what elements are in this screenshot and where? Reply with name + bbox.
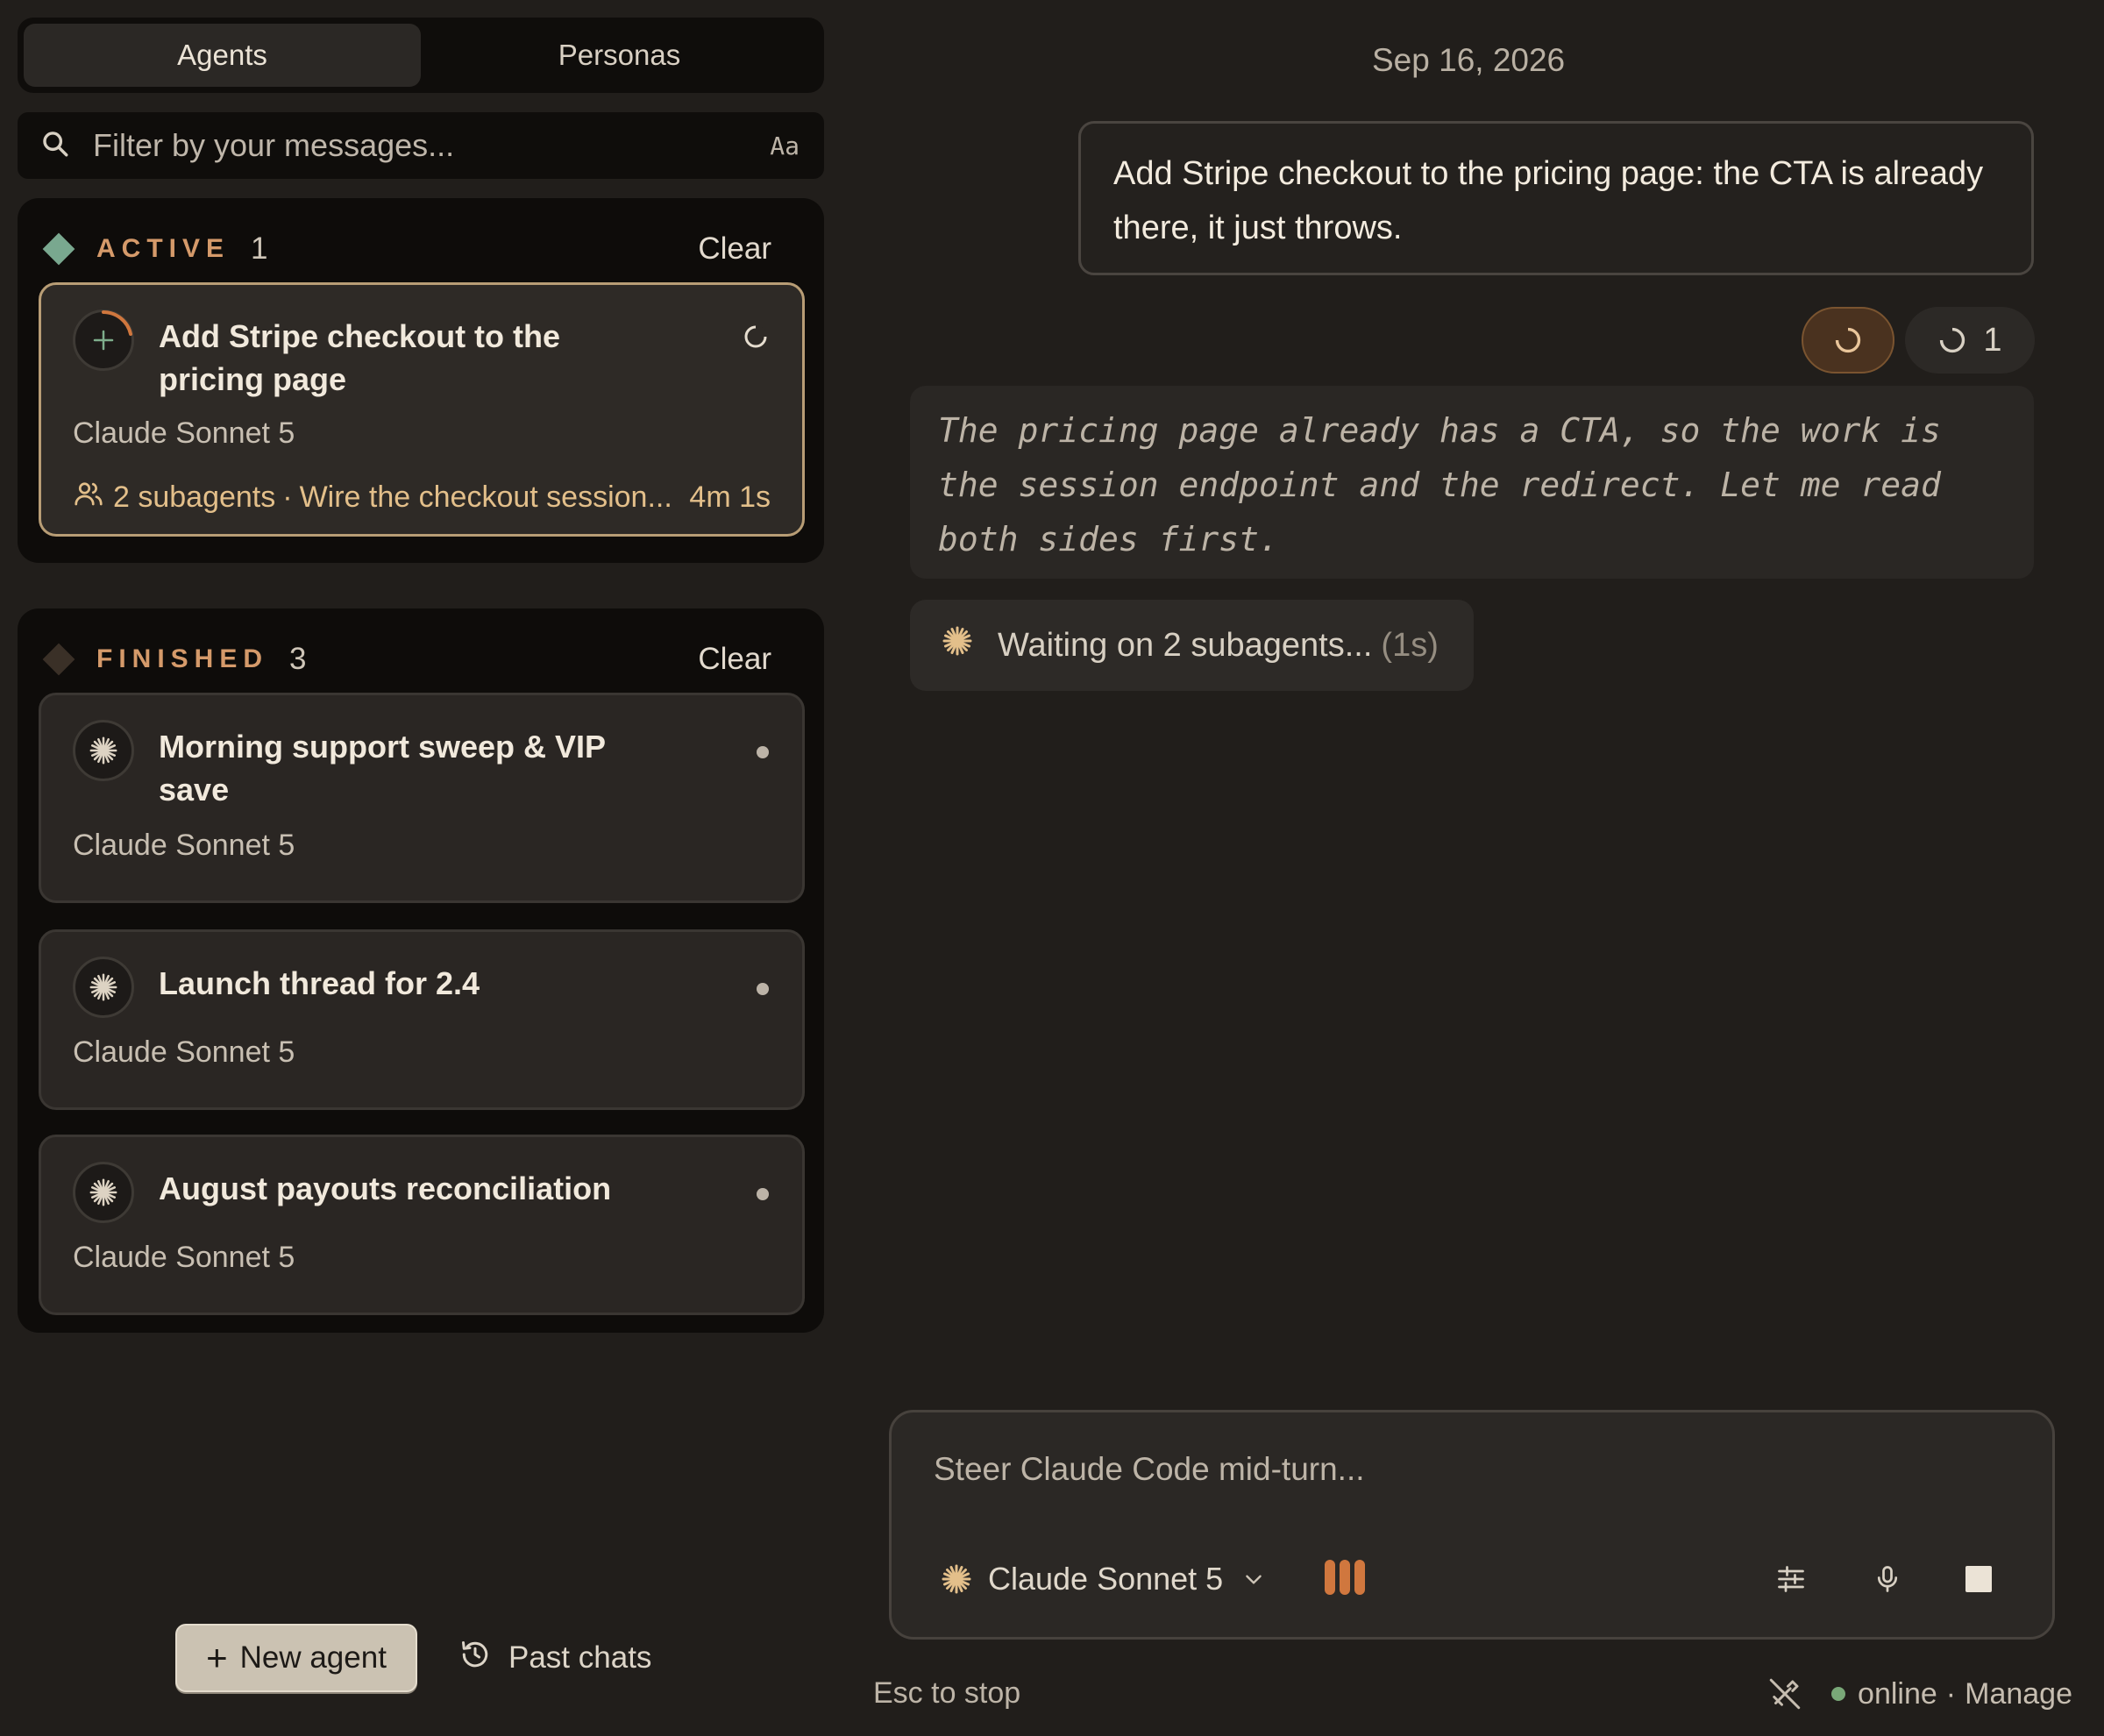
agent-model: Claude Sonnet 5 — [73, 1035, 295, 1069]
stop-button[interactable] — [1956, 1556, 2001, 1602]
clear-active-button[interactable]: Clear — [698, 231, 771, 267]
loading-spinner-icon — [1835, 327, 1861, 353]
finished-section-count: 3 — [289, 642, 307, 676]
message-composer: Claude Sonnet 5 — [889, 1410, 2055, 1640]
agent-avatar — [73, 1162, 134, 1223]
model-selector[interactable]: Claude Sonnet 5 — [941, 1553, 1265, 1605]
subagent-count-value: 1 — [1983, 321, 2002, 359]
user-message: Add Stripe checkout to the pricing page:… — [1078, 121, 2034, 275]
agent-title: Morning support sweep & VIP save — [159, 729, 606, 808]
agent-title: August payouts reconciliation — [159, 1170, 612, 1206]
sparkle-icon — [89, 1178, 117, 1206]
finished-section-label: FINISHED — [96, 644, 269, 673]
finished-agents-section: FINISHED 3 Clear Morning support sweep &… — [18, 608, 824, 1333]
sparkle-icon — [89, 973, 117, 1001]
agent-card-active[interactable]: Add Stripe checkout to the pricing page … — [39, 282, 805, 537]
search-input[interactable] — [93, 127, 771, 164]
running-indicator-button[interactable] — [1802, 307, 1894, 374]
agent-avatar — [73, 957, 134, 1018]
progress-ring-icon — [102, 310, 132, 336]
sliders-icon — [1778, 1566, 1804, 1592]
agent-model: Claude Sonnet 5 — [73, 416, 295, 450]
status-dot-icon — [757, 983, 769, 995]
waiting-status: Waiting on 2 subagents... (1s) — [910, 600, 1474, 691]
chevron-down-icon — [1246, 1575, 1262, 1584]
online-status: online — [1858, 1676, 1937, 1711]
past-chats-button[interactable]: Past chats — [459, 1639, 651, 1678]
agent-model: Claude Sonnet 5 — [73, 1241, 295, 1274]
past-chats-label: Past chats — [508, 1640, 652, 1675]
plus-icon: + — [206, 1637, 228, 1678]
agent-elapsed-time: 4m 1s — [689, 480, 771, 514]
agents-sidebar: Agents Personas Aa ACTIVE 1 Clear Add St… — [0, 0, 842, 1736]
agent-avatar — [73, 309, 134, 371]
separator-dot: · — [282, 480, 293, 514]
status-dot-icon — [757, 1188, 769, 1200]
sparkle-icon — [942, 1564, 971, 1594]
microphone-icon — [1877, 1566, 1898, 1592]
tools-disabled-icon[interactable] — [1766, 1676, 1803, 1712]
effort-level-control[interactable] — [1325, 1560, 1365, 1595]
clear-finished-button[interactable]: Clear — [698, 642, 771, 677]
waiting-elapsed: (1s) — [1381, 626, 1439, 664]
subagent-task: Wire the checkout session... — [299, 480, 672, 514]
tab-agents[interactable]: Agents — [24, 24, 421, 87]
esc-hint: Esc to stop — [873, 1676, 1021, 1710]
effort-bar — [1325, 1560, 1335, 1595]
sparkle-icon — [89, 736, 117, 765]
steer-input[interactable] — [934, 1451, 1898, 1488]
model-name: Claude Sonnet 5 — [988, 1561, 1224, 1597]
active-agents-section: ACTIVE 1 Clear Add Stripe checkout to th… — [18, 198, 824, 563]
sidebar-tabs: Agents Personas — [18, 18, 824, 93]
voice-input-button[interactable] — [1865, 1556, 1910, 1602]
agent-card-finished[interactable]: Morning support sweep & VIP save Claude … — [39, 693, 805, 903]
sparkle-icon — [942, 625, 998, 665]
settings-sliders-button[interactable] — [1768, 1556, 1814, 1602]
users-icon — [73, 478, 113, 517]
agent-card-finished[interactable]: Launch thread for 2.4 Claude Sonnet 5 — [39, 929, 805, 1110]
status-dot-icon — [757, 746, 769, 758]
agent-title: Add Stripe checkout to the pricing page — [159, 318, 561, 397]
subagent-count: 2 subagents — [113, 480, 276, 514]
match-case-toggle[interactable]: Aa — [770, 132, 800, 160]
active-section-count: 1 — [251, 231, 268, 266]
separator-dot: · — [1945, 1676, 1957, 1711]
conversation-pane: Sep 16, 2026 Add Stripe checkout to the … — [859, 0, 2104, 1736]
new-agent-label: New agent — [239, 1640, 387, 1675]
assistant-thinking: The pricing page already has a CTA, so t… — [910, 386, 2034, 579]
agent-title: Launch thread for 2.4 — [159, 965, 480, 1001]
agent-avatar — [73, 720, 134, 781]
agent-card-finished[interactable]: August payouts reconciliation Claude Son… — [39, 1135, 805, 1315]
agent-model: Claude Sonnet 5 — [73, 829, 295, 862]
loading-spinner-icon — [1939, 327, 1965, 353]
manage-link[interactable]: Manage — [1965, 1677, 2072, 1711]
effort-bar — [1340, 1560, 1350, 1595]
subagent-status: 2 subagents · Wire the checkout session.… — [73, 478, 771, 517]
loading-spinner-icon — [744, 325, 767, 348]
tab-personas[interactable]: Personas — [421, 24, 818, 87]
conversation-date: Sep 16, 2026 — [1372, 42, 1566, 78]
waiting-text: Waiting on 2 subagents... — [998, 626, 1373, 664]
stop-icon — [1965, 1566, 1992, 1592]
effort-bar — [1354, 1560, 1365, 1595]
sidebar-footer: + New agent Past chats — [175, 1624, 651, 1692]
active-section-header: ACTIVE 1 Clear — [42, 224, 771, 274]
online-dot-icon — [1831, 1687, 1846, 1701]
message-filter: Aa — [18, 112, 824, 179]
new-agent-button[interactable]: + New agent — [175, 1624, 417, 1692]
connection-status: online · Manage — [1766, 1671, 2072, 1717]
history-icon — [459, 1639, 508, 1678]
finished-section-header: FINISHED 3 Clear — [42, 635, 771, 684]
active-diamond-icon — [42, 232, 75, 266]
subagent-count-button[interactable]: 1 — [1905, 307, 2035, 374]
search-icon — [40, 129, 70, 163]
finished-diamond-icon — [42, 643, 75, 676]
active-section-label: ACTIVE — [96, 234, 231, 263]
